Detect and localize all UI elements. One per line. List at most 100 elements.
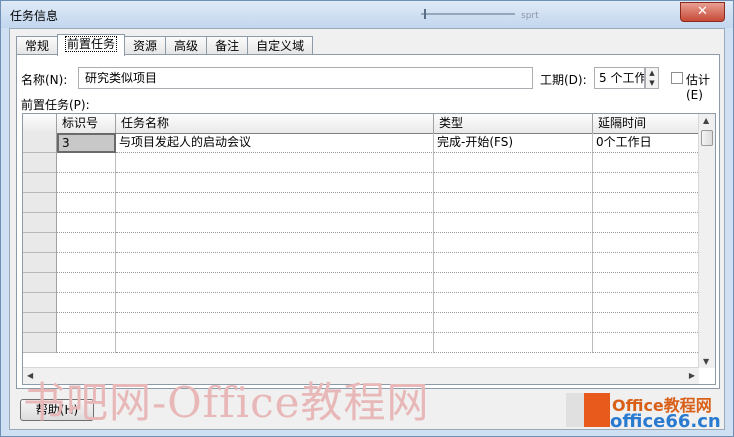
row-header[interactable] <box>23 293 57 313</box>
grid-cell[interactable] <box>116 293 434 313</box>
grid-cell[interactable] <box>434 333 593 353</box>
grid-cell[interactable] <box>57 193 116 213</box>
header-corner[interactable] <box>23 114 57 133</box>
grid-cell[interactable] <box>116 153 434 173</box>
grid-cell[interactable] <box>116 233 434 253</box>
tab-general[interactable]: 常规 <box>16 36 59 56</box>
grid-cell[interactable] <box>116 313 434 333</box>
grid-cell[interactable]: 与项目发起人的启动会议 <box>116 133 434 153</box>
grid-cell[interactable]: 3 <box>57 133 116 153</box>
grid-cell[interactable] <box>57 273 116 293</box>
grid-cell[interactable] <box>434 193 593 213</box>
row-header[interactable] <box>23 333 57 353</box>
spin-up-icon[interactable]: ▲ <box>646 68 658 78</box>
grid-cell[interactable] <box>434 153 593 173</box>
grid-cell[interactable] <box>593 253 700 273</box>
grid-cell[interactable] <box>434 293 593 313</box>
table-row <box>23 253 700 273</box>
table-row <box>23 333 700 353</box>
duration-input[interactable]: 5 个工作 <box>594 67 645 89</box>
title-bar[interactable]: 任务信息 sprt ✕ <box>1 1 733 28</box>
grid-cell[interactable] <box>434 173 593 193</box>
estimate-checkbox[interactable] <box>671 72 683 84</box>
table-row: 3 与项目发起人的启动会议 完成-开始(FS) 0个工作日 <box>23 133 700 153</box>
close-icon: ✕ <box>697 4 708 19</box>
task-info-dialog: 任务信息 sprt ✕ 常规 前置任务 资源 高级 备注 自定义域 名称(N):… <box>0 0 734 437</box>
scroll-right-icon[interactable]: ▶ <box>689 371 695 380</box>
predecessors-label: 前置任务(P): <box>21 98 90 112</box>
table-row <box>23 313 700 333</box>
tab-advanced[interactable]: 高级 <box>165 36 208 56</box>
grid-cell[interactable] <box>593 213 700 233</box>
watermark-logo: Office教程网 office66.cn <box>566 389 728 433</box>
grid-cell[interactable]: 完成-开始(FS) <box>434 133 593 153</box>
grid-cell[interactable] <box>57 253 116 273</box>
grid-cell[interactable] <box>116 173 434 193</box>
grid-cell[interactable] <box>116 213 434 233</box>
grid-cell[interactable] <box>434 233 593 253</box>
table-row <box>23 293 700 313</box>
tab-resources[interactable]: 资源 <box>124 36 167 56</box>
grid-cell[interactable] <box>57 153 116 173</box>
grid-cell[interactable] <box>116 253 434 273</box>
tab-notes[interactable]: 备注 <box>206 36 249 56</box>
grid-cell[interactable] <box>116 273 434 293</box>
row-header[interactable] <box>23 313 57 333</box>
scrollbar-thumb[interactable] <box>701 130 713 146</box>
grid-cell[interactable] <box>57 313 116 333</box>
grid-cell[interactable] <box>434 213 593 233</box>
grid-cell[interactable] <box>593 153 700 173</box>
grid-cell[interactable] <box>593 273 700 293</box>
row-header[interactable] <box>23 253 57 273</box>
grid-cell[interactable] <box>434 253 593 273</box>
header-task-name[interactable]: 任务名称 <box>116 114 434 133</box>
row-header[interactable] <box>23 213 57 233</box>
grid-cell[interactable] <box>116 333 434 353</box>
header-type[interactable]: 类型 <box>434 114 593 133</box>
grid-cell[interactable] <box>57 293 116 313</box>
duration-label: 工期(D): <box>540 73 587 87</box>
row-header[interactable] <box>23 133 57 153</box>
table-row <box>23 193 700 213</box>
grid-cell[interactable] <box>593 173 700 193</box>
table-row <box>23 173 700 193</box>
tab-label: 资源 <box>133 39 158 53</box>
watermark-text: 书吧网-Office教程网 <box>23 378 430 427</box>
row-header[interactable] <box>23 153 57 173</box>
grid-cell[interactable] <box>57 333 116 353</box>
grid-cell[interactable] <box>57 233 116 253</box>
row-header[interactable] <box>23 173 57 193</box>
grid-cell[interactable] <box>593 313 700 333</box>
grid-cell[interactable] <box>434 313 593 333</box>
grid-cell[interactable] <box>57 173 116 193</box>
grid-cell[interactable] <box>593 233 700 253</box>
logo-line-2: office66.cn <box>610 411 721 432</box>
grid-cell[interactable] <box>116 193 434 213</box>
header-id[interactable]: 标识号 <box>57 114 116 133</box>
predecessors-panel: 名称(N): 研究类似项目 工期(D): 5 个工作 ▲ ▼ 估计(E) 前置任… <box>16 54 720 389</box>
header-lag[interactable]: 延隔时间 <box>593 114 700 133</box>
tab-label: 自定义域 <box>256 39 305 53</box>
grid-cell[interactable] <box>593 333 700 353</box>
grid-cell[interactable] <box>434 273 593 293</box>
spin-down-icon[interactable]: ▼ <box>646 78 658 88</box>
duration-spinner[interactable]: ▲ ▼ <box>645 67 659 89</box>
dialog-title: 任务信息 <box>10 9 59 23</box>
row-header[interactable] <box>23 233 57 253</box>
scroll-up-icon[interactable]: ▲ <box>703 116 709 125</box>
scroll-down-icon[interactable]: ▼ <box>703 357 709 366</box>
row-header[interactable] <box>23 193 57 213</box>
tab-label: 备注 <box>215 39 240 53</box>
grid-cell[interactable] <box>593 293 700 313</box>
close-button[interactable]: ✕ <box>680 2 725 22</box>
logo-panel <box>566 393 584 427</box>
grid-cell[interactable] <box>57 213 116 233</box>
grid-cell[interactable]: 0个工作日 <box>593 133 700 153</box>
row-header[interactable] <box>23 273 57 293</box>
name-label: 名称(N): <box>21 73 68 87</box>
tab-custom-fields[interactable]: 自定义域 <box>247 36 314 56</box>
grid-cell[interactable] <box>593 193 700 213</box>
name-input[interactable]: 研究类似项目 <box>78 67 533 89</box>
vertical-scrollbar[interactable]: ▲ ▼ <box>698 114 715 368</box>
tab-predecessors[interactable]: 前置任务 <box>57 34 126 56</box>
